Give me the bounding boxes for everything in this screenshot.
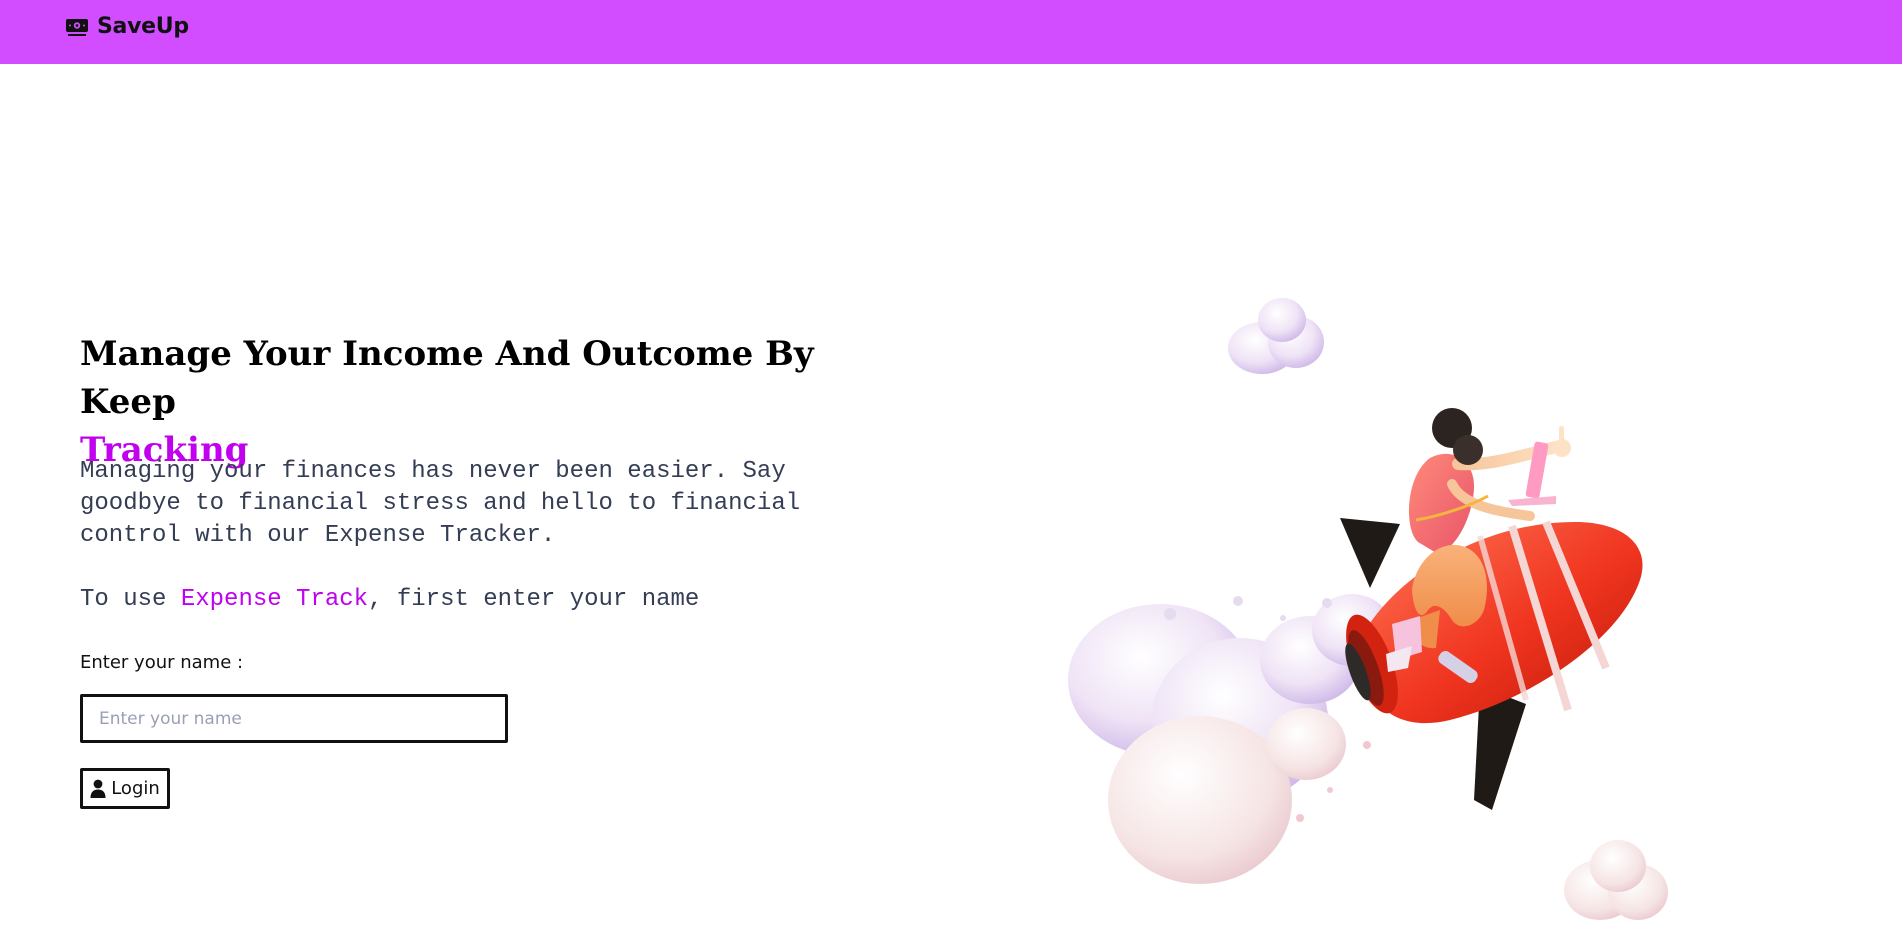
money-icon	[66, 18, 88, 36]
hero-hint-suffix: , first enter your name	[368, 586, 700, 613]
login-button[interactable]: Login	[80, 768, 170, 809]
cloud-small-bottom	[1564, 840, 1668, 920]
hero-title: Manage Your Income And Outcome By Keep T…	[80, 330, 880, 474]
hero-hint-prefix: To use	[80, 586, 181, 613]
hero-title-main: Manage Your Income And Outcome By Keep	[80, 334, 814, 422]
rocket	[1340, 518, 1643, 810]
user-icon	[90, 779, 106, 798]
brand-name: SaveUp	[97, 14, 189, 39]
login-label: Login	[111, 778, 160, 799]
rocket-rider-illustration	[1068, 298, 1668, 920]
navbar: SaveUp	[0, 0, 1902, 64]
name-label: Enter your name :	[80, 652, 244, 673]
brand-logo[interactable]: SaveUp	[65, 14, 189, 39]
cloud-small-top	[1228, 298, 1324, 374]
hero-hint-accent: Expense Track	[180, 586, 369, 613]
hero-description: Managing your finances has never been ea…	[80, 458, 801, 549]
name-input[interactable]	[80, 694, 508, 743]
hero-hint: To use Expense Track, first enter your n…	[80, 584, 699, 616]
